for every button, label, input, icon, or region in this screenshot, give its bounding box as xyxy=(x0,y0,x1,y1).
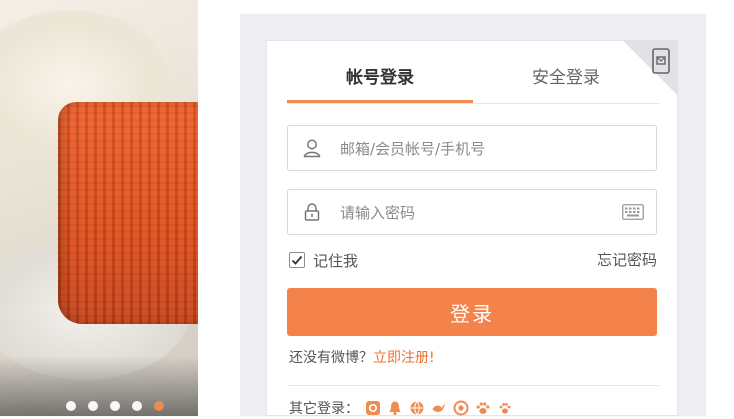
remember-me-label: 记住我 xyxy=(313,251,359,270)
other-login-label: 其它登录： xyxy=(289,401,359,417)
keyboard-icon[interactable] xyxy=(622,204,644,220)
divider xyxy=(287,385,659,386)
active-tab-indicator xyxy=(287,100,473,103)
register-prompt-text: 还没有微博？ xyxy=(289,350,373,366)
tab-account-login[interactable]: 帐号登录 xyxy=(287,63,473,103)
carousel-dots xyxy=(66,401,164,411)
bell-icon[interactable] xyxy=(387,400,403,416)
forgot-password-link[interactable]: 忘记密码 xyxy=(597,249,657,271)
tab-secure-login[interactable]: 安全登录 xyxy=(473,63,659,103)
bird-icon[interactable] xyxy=(431,400,447,416)
paw-icon[interactable] xyxy=(497,400,513,416)
checkmark-icon xyxy=(291,255,303,265)
remember-me-checkbox[interactable] xyxy=(289,252,305,268)
password-input[interactable] xyxy=(338,190,602,236)
username-input[interactable] xyxy=(338,126,602,172)
password-field[interactable] xyxy=(287,189,657,236)
username-field[interactable] xyxy=(287,125,657,172)
login-card: 帐号登录 安全登录 记住我 xyxy=(266,40,678,417)
register-prompt: 还没有微博？立即注册! xyxy=(289,347,435,369)
login-button[interactable]: 登录 xyxy=(287,288,657,336)
register-link[interactable]: 立即注册! xyxy=(373,350,435,366)
carousel-dot-3[interactable] xyxy=(110,401,120,411)
promo-banner[interactable] xyxy=(0,0,198,416)
login-tabs: 帐号登录 安全登录 xyxy=(287,63,659,104)
lock-icon xyxy=(304,203,320,221)
globe-icon[interactable] xyxy=(409,400,425,416)
user-icon xyxy=(303,139,321,158)
paw-icon[interactable] xyxy=(475,400,491,416)
carousel-dot-4[interactable] xyxy=(132,401,142,411)
qq-weibo-icon[interactable] xyxy=(365,400,381,416)
circle-plus-icon[interactable] xyxy=(453,400,469,416)
carousel-dot-1[interactable] xyxy=(66,401,76,411)
remember-me[interactable]: 记住我 xyxy=(289,249,358,271)
carousel-dot-2[interactable] xyxy=(88,401,98,411)
carousel-dot-5[interactable] xyxy=(154,401,164,411)
banner-knit-sleeve-image xyxy=(58,102,198,324)
